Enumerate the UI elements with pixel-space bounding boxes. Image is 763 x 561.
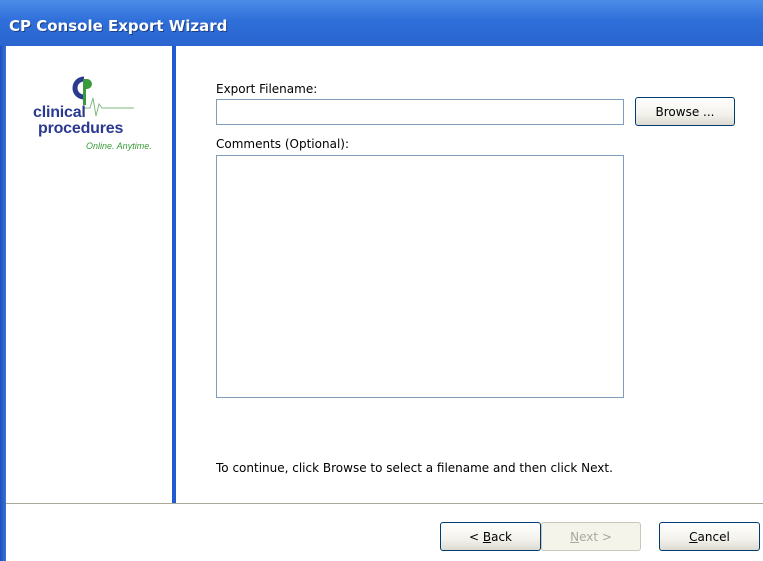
sidebar-divider bbox=[172, 46, 176, 503]
instruction-text: To continue, click Browse to select a fi… bbox=[216, 461, 613, 475]
export-filename-label: Export Filename: bbox=[216, 82, 318, 96]
browse-button-label: Browse ... bbox=[655, 104, 715, 119]
next-label-rest: ext > bbox=[579, 529, 612, 544]
logo-word-procedures: procedures bbox=[38, 120, 124, 137]
cancel-label-rest: ancel bbox=[697, 529, 730, 544]
comments-textarea[interactable] bbox=[216, 155, 624, 398]
clinical-procedures-logo: clinical procedures Online. Anytime. bbox=[26, 76, 166, 151]
cancel-button-label: Cancel bbox=[689, 530, 730, 544]
browse-button[interactable]: Browse ... bbox=[635, 97, 735, 126]
next-button-label: Next > bbox=[570, 530, 612, 544]
back-label-rest: ack bbox=[491, 529, 512, 544]
back-button-label: < Back bbox=[469, 530, 512, 544]
wizard-footer bbox=[6, 505, 763, 561]
wizard-sidebar: clinical procedures Online. Anytime. bbox=[6, 46, 172, 503]
back-label-mnemonic: B bbox=[482, 529, 492, 544]
logo-tagline: Online. Anytime. bbox=[86, 141, 152, 151]
back-button[interactable]: < Back bbox=[440, 522, 541, 551]
next-button[interactable]: Next > bbox=[541, 522, 641, 551]
window-title: CP Console Export Wizard bbox=[9, 17, 228, 35]
cancel-button[interactable]: Cancel bbox=[659, 522, 760, 551]
cancel-label-mnemonic: C bbox=[689, 529, 698, 544]
comments-label: Comments (Optional): bbox=[216, 137, 350, 151]
back-label-prefix: < bbox=[468, 529, 483, 544]
title-bar[interactable]: CP Console Export Wizard bbox=[0, 0, 763, 46]
next-label-mnemonic: N bbox=[570, 529, 580, 544]
export-filename-input[interactable] bbox=[216, 99, 624, 125]
